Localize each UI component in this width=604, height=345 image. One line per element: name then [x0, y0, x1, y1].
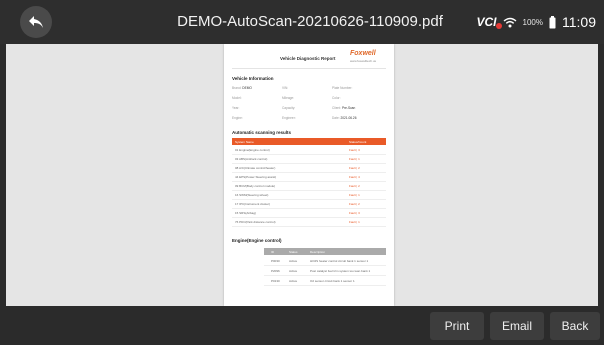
- file-title: DEMO-AutoScan-20210626-110909.pdf: [177, 13, 443, 30]
- print-button[interactable]: Print: [430, 312, 484, 340]
- col-system: System Name: [235, 139, 254, 144]
- table-row: 76 PDC(Park distance control) Fault | 1: [232, 217, 386, 227]
- info-field: Mileage:: [282, 96, 295, 100]
- back-arrow-icon: [29, 16, 43, 28]
- wifi-icon: [503, 17, 516, 27]
- info-field: VIN:: [282, 86, 289, 90]
- col-id: ID: [271, 249, 274, 254]
- divider: [232, 68, 386, 69]
- pdf-page: Vehicle Diagnostic Report Foxwell www.fo…: [224, 44, 394, 306]
- vci-icon: VCI: [477, 15, 502, 29]
- battery-icon: [549, 15, 556, 28]
- info-field: Engine:: [232, 116, 243, 120]
- info-field: Year:: [232, 106, 240, 110]
- info-field: Model:: [232, 96, 242, 100]
- info-field: Plate Number:: [332, 86, 353, 90]
- back-button[interactable]: Back: [550, 312, 600, 340]
- vehicle-info-heading: Vehicle Information: [232, 76, 274, 81]
- battery-percent: 100%: [522, 17, 543, 27]
- back-arrow-button[interactable]: [20, 6, 52, 38]
- bottom-toolbar: Print Email Back: [0, 306, 604, 345]
- foxwell-logo: Foxwell: [350, 50, 376, 57]
- table-row: P0130 Active O2 sensor circuit bank 1 se…: [264, 275, 386, 286]
- info-field: Date: 2021.06.26: [332, 116, 357, 120]
- logo-url: www.foxwelltech.us: [350, 59, 377, 63]
- info-field: Client: Pre-Scan: [332, 106, 356, 110]
- scan-table-header: System Name Status/Count: [232, 138, 386, 145]
- info-field: Engineer:: [282, 116, 296, 120]
- info-field: Color:: [332, 96, 341, 100]
- email-button[interactable]: Email: [490, 312, 544, 340]
- col-description: Description: [310, 249, 326, 254]
- info-field: Brand: DEMO: [232, 86, 252, 90]
- engine-heading: Engine(Engine control): [232, 238, 282, 243]
- top-bar: DEMO-AutoScan-20210626-110909.pdf VCI 10…: [0, 0, 604, 44]
- engine-table-header: ID Status Description: [264, 248, 386, 255]
- clock-time: 11:09: [562, 14, 596, 30]
- status-bar: VCI 100% 11:09: [477, 0, 596, 44]
- scan-results-heading: Automatic scanning results: [232, 130, 292, 135]
- report-title: Vehicle Diagnostic Report: [280, 56, 336, 61]
- col-status: Status/Count: [349, 139, 367, 144]
- info-field: Capacity:: [282, 106, 296, 110]
- col-status: Status: [289, 249, 298, 254]
- pdf-viewer[interactable]: Vehicle Diagnostic Report Foxwell www.fo…: [6, 44, 598, 306]
